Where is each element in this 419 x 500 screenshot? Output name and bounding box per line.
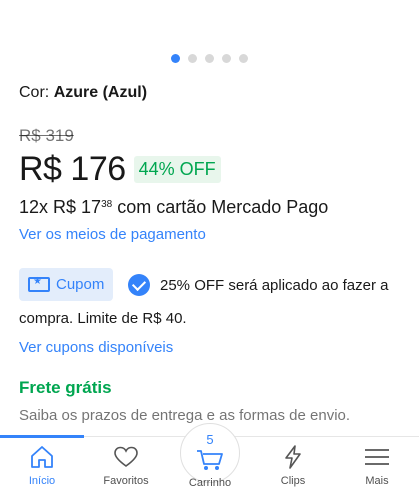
nav-label: Clips (280, 475, 306, 487)
color-value: Azure (Azul) (53, 84, 148, 101)
home-icon (31, 446, 53, 468)
coupon-description: 25% OFF será aplicado ao fazer a (160, 277, 389, 294)
nav-item-favorites[interactable]: Favoritos (84, 445, 168, 487)
cart-count: 5 (206, 432, 214, 447)
top-strip (0, 0, 419, 34)
nav-active-indicator (0, 435, 84, 438)
color-selector[interactable]: Cor: Azure (Azul) (19, 84, 147, 102)
installments-suffix: com cartão Mercado Pago (117, 197, 329, 217)
color-label: Cor: (19, 84, 50, 101)
coupon-description-cont: compra. Limite de R$ 40. (19, 310, 187, 327)
gallery-dot[interactable] (239, 54, 248, 63)
price-row: R$ 176 44% OFF (19, 150, 221, 189)
free-shipping-title: Frete grátis (19, 378, 112, 397)
installments-amount: 12x R$ 17 (19, 197, 102, 217)
coupon-badge: Cupom (19, 268, 114, 301)
bottom-navbar: Início Favoritos 5 Carrinho Clips Mais (0, 423, 419, 500)
lightning-icon (285, 445, 301, 469)
current-price: R$ 176 (19, 150, 126, 188)
gallery-dot[interactable] (188, 54, 197, 63)
nav-item-clips[interactable]: Clips (251, 445, 335, 487)
heart-icon (114, 446, 138, 467)
available-coupons-link[interactable]: Ver cupons disponíveis (19, 339, 173, 356)
gallery-dot[interactable] (205, 54, 214, 63)
coupon-badge-label: Cupom (56, 276, 105, 293)
original-price: R$ 319 (19, 126, 74, 145)
discount-badge: 44% OFF (133, 156, 221, 183)
nav-item-home[interactable]: Início (0, 445, 84, 487)
ticket-icon (28, 276, 50, 292)
nav-label: Carrinho (188, 477, 232, 489)
gallery-pagination (0, 54, 419, 63)
nav-item-more[interactable]: Mais (335, 445, 419, 487)
nav-label: Início (28, 475, 56, 487)
nav-item-cart[interactable]: 5 (180, 423, 240, 483)
menu-icon (365, 449, 389, 465)
nav-label: Mais (365, 475, 389, 487)
payment-methods-link[interactable]: Ver os meios de pagamento (19, 226, 206, 243)
nav-label: Favoritos (103, 475, 149, 487)
shipping-note: Saiba os prazos de entrega e as formas d… (19, 407, 351, 424)
gallery-dot[interactable] (222, 54, 231, 63)
installments-info: 12x R$ 1738 com cartão Mercado Pago (19, 197, 328, 218)
check-circle-icon (127, 273, 150, 296)
installments-cents: 38 (101, 199, 113, 210)
cart-icon (197, 450, 223, 470)
gallery-dot[interactable] (171, 54, 180, 63)
